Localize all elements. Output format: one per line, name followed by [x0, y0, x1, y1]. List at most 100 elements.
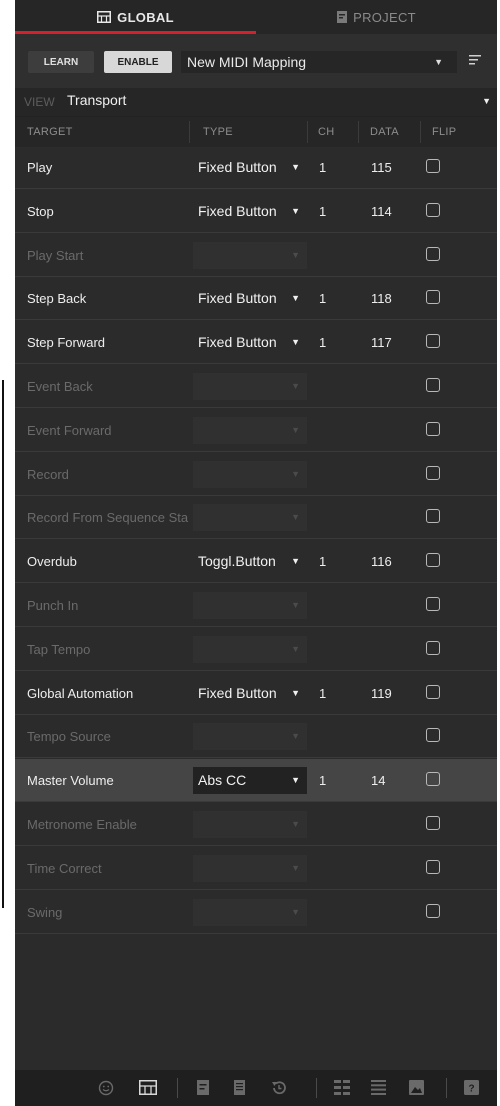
tab-project[interactable]: PROJECT [256, 0, 497, 34]
mapping-row[interactable]: Stop Fixed Button ▼ 1 114 [15, 190, 497, 233]
view-selector[interactable]: VIEW Transport ▼ [15, 88, 497, 116]
flip-checkbox[interactable] [426, 728, 440, 743]
mapping-row[interactable]: Swing ▼ [15, 891, 497, 934]
row-target: Play [27, 160, 53, 175]
mapping-row[interactable]: Tempo Source ▼ [15, 715, 497, 759]
list-icon[interactable] [371, 1080, 386, 1095]
mapping-row[interactable]: Tap Tempo ▼ [15, 628, 497, 671]
grid-icon[interactable] [334, 1080, 350, 1095]
type-select[interactable]: ▼ [193, 854, 307, 882]
flip-checkbox[interactable] [426, 684, 440, 699]
sort-menu-icon[interactable] [469, 55, 481, 65]
mapping-row[interactable]: Step Forward Fixed Button ▼ 1 117 [15, 321, 497, 365]
type-select[interactable]: ▼ [193, 811, 307, 838]
mapping-row[interactable]: Time Correct ▼ [15, 847, 497, 890]
mapping-row[interactable]: Record From Sequence Sta ▼ [15, 496, 497, 540]
row-target: Step Back [27, 291, 87, 307]
row-target: Time Correct [27, 860, 102, 876]
mapping-row[interactable]: Play Start ▼ [15, 234, 497, 277]
tab-global[interactable]: GLOBAL [15, 0, 256, 34]
flip-checkbox[interactable] [426, 465, 440, 480]
flip-checkbox[interactable] [426, 509, 440, 524]
type-select[interactable]: Fixed Button ▼ [193, 680, 307, 707]
keyboard-icon[interactable] [139, 1080, 157, 1095]
flip-checkbox[interactable] [426, 640, 440, 655]
flip-checkbox[interactable] [426, 246, 440, 261]
type-select[interactable]: ▼ [193, 416, 307, 444]
flip-checkbox[interactable] [426, 202, 440, 217]
mapping-select[interactable]: New MIDI Mapping ▼ [181, 51, 457, 73]
row-target: Event Back [27, 379, 93, 394]
flip-checkbox[interactable] [426, 553, 440, 568]
chevron-down-icon: ▼ [291, 819, 300, 829]
type-select[interactable]: Abs CC ▼ [193, 767, 307, 795]
type-select[interactable]: Fixed Button ▼ [193, 198, 307, 225]
type-select-value: Fixed Button [198, 334, 277, 351]
flip-checkbox[interactable] [426, 772, 440, 787]
mapping-row[interactable]: Global Automation Fixed Button ▼ 1 119 [15, 672, 497, 715]
footer-divider [446, 1078, 447, 1098]
file-icon[interactable] [197, 1080, 209, 1095]
mapping-select-value: New MIDI Mapping [187, 54, 307, 70]
row-target: Play Start [27, 247, 84, 263]
tab-bar: GLOBAL PROJECT [15, 0, 497, 34]
type-select-value: Toggl.Button [198, 553, 276, 570]
flip-checkbox[interactable] [426, 378, 440, 392]
window-edge-line [2, 380, 4, 908]
row-target: Record [27, 466, 69, 482]
header-ch: CH [318, 126, 335, 138]
flip-checkbox[interactable] [426, 859, 440, 874]
flip-checkbox[interactable] [426, 597, 440, 611]
chevron-down-icon: ▼ [291, 205, 300, 216]
row-data: 118 [371, 291, 392, 307]
header-type: TYPE [203, 126, 233, 138]
project-file-icon [337, 11, 348, 23]
row-target: Record From Sequence Sta [27, 510, 189, 526]
footer-toolbar: ? [15, 1070, 497, 1106]
mapping-row[interactable]: Step Back Fixed Button ▼ 1 118 [15, 277, 497, 321]
type-select[interactable]: Fixed Button ▼ [193, 285, 307, 312]
type-select-value: Fixed Button [198, 290, 277, 307]
mapping-row[interactable]: Overdub Toggl.Button ▼ 1 116 [15, 540, 497, 584]
type-select[interactable]: ▼ [193, 723, 307, 751]
mapping-row[interactable]: Record ▼ [15, 453, 497, 496]
image-icon[interactable] [409, 1080, 424, 1095]
history-icon[interactable] [271, 1080, 287, 1096]
type-select[interactable]: ▼ [193, 241, 307, 269]
mapping-row[interactable]: Punch In ▼ [15, 584, 497, 627]
type-select-value: Abs CC [198, 772, 247, 789]
type-select[interactable]: ▼ [193, 898, 307, 926]
document-icon[interactable] [234, 1080, 245, 1095]
header-target: TARGET [27, 126, 73, 138]
type-select[interactable]: Fixed Button ▼ [193, 154, 307, 181]
row-data: 14 [371, 773, 386, 789]
row-channel: 1 [319, 160, 327, 175]
smiley-icon[interactable] [98, 1080, 114, 1096]
flip-checkbox[interactable] [426, 421, 440, 436]
mapping-row[interactable]: Event Back ▼ [15, 365, 497, 408]
enable-button[interactable]: ENABLE [104, 51, 172, 73]
type-select[interactable]: Toggl.Button ▼ [193, 548, 307, 575]
flip-checkbox[interactable] [426, 334, 440, 349]
flip-checkbox[interactable] [426, 159, 440, 173]
flip-checkbox[interactable] [426, 816, 440, 830]
type-select[interactable]: Fixed Button ▼ [193, 329, 307, 356]
flip-checkbox[interactable] [426, 903, 440, 918]
mapping-row[interactable]: Play Fixed Button ▼ 1 115 [15, 146, 497, 189]
flip-checkbox[interactable] [426, 290, 440, 305]
type-select[interactable]: ▼ [193, 635, 307, 663]
type-select[interactable]: ▼ [193, 460, 307, 488]
mapping-row[interactable]: Metronome Enable ▼ [15, 803, 497, 846]
chevron-down-icon: ▼ [291, 643, 300, 654]
header-flip: FLIP [432, 126, 457, 138]
mapping-row[interactable]: Event Forward ▼ [15, 409, 497, 452]
row-target: Event Forward [27, 422, 112, 438]
chevron-down-icon: ▼ [291, 556, 300, 567]
help-icon[interactable]: ? [464, 1080, 479, 1095]
tab-global-label: GLOBAL [117, 9, 174, 25]
type-select[interactable]: ▼ [193, 504, 307, 532]
mapping-row[interactable]: Master Volume Abs CC ▼ 1 14 [15, 759, 497, 803]
type-select[interactable]: ▼ [193, 592, 307, 619]
type-select[interactable]: ▼ [193, 373, 307, 400]
learn-button[interactable]: LEARN [28, 51, 94, 73]
